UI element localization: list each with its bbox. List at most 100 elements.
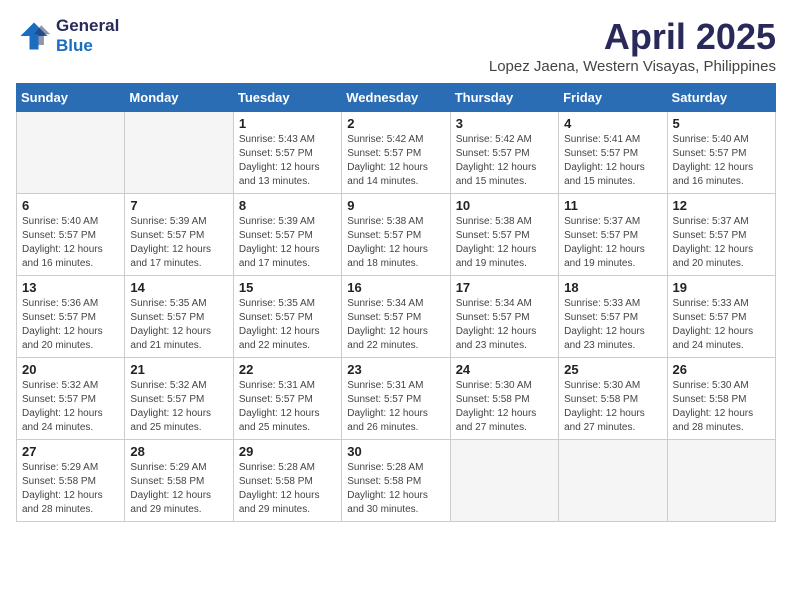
- day-detail: Sunrise: 5:28 AMSunset: 5:58 PMDaylight:…: [347, 461, 444, 517]
- day-number: 12: [673, 198, 770, 213]
- calendar-cell: [559, 440, 667, 522]
- day-number: 30: [347, 444, 444, 459]
- day-detail: Sunrise: 5:37 AMSunset: 5:57 PMDaylight:…: [564, 215, 661, 271]
- day-number: 27: [22, 444, 119, 459]
- calendar-cell: 8 Sunrise: 5:39 AMSunset: 5:57 PMDaylight…: [233, 194, 341, 276]
- calendar-cell: 6 Sunrise: 5:40 AMSunset: 5:57 PMDaylight…: [17, 194, 125, 276]
- weekday-header: Wednesday: [342, 84, 450, 112]
- calendar-cell: 2 Sunrise: 5:42 AMSunset: 5:57 PMDaylight…: [342, 112, 450, 194]
- day-number: 14: [130, 280, 227, 295]
- calendar-cell: 5 Sunrise: 5:40 AMSunset: 5:57 PMDaylight…: [667, 112, 775, 194]
- day-number: 18: [564, 280, 661, 295]
- calendar-cell: 10 Sunrise: 5:38 AMSunset: 5:57 PMDayligh…: [450, 194, 558, 276]
- logo: General Blue: [16, 16, 119, 56]
- calendar-cell: [667, 440, 775, 522]
- weekday-row: SundayMondayTuesdayWednesdayThursdayFrid…: [17, 84, 776, 112]
- day-detail: Sunrise: 5:40 AMSunset: 5:57 PMDaylight:…: [673, 133, 770, 189]
- calendar-cell: 19Sunrise: 5:33 AMSunset: 5:57 PMDayligh…: [667, 276, 775, 358]
- day-number: 24: [456, 362, 553, 377]
- day-detail: Sunrise: 5:42 AMSunset: 5:57 PMDaylight:…: [347, 133, 444, 189]
- calendar-cell: 1 Sunrise: 5:43 AMSunset: 5:57 PMDaylight…: [233, 112, 341, 194]
- calendar-cell: 7 Sunrise: 5:39 AMSunset: 5:57 PMDaylight…: [125, 194, 233, 276]
- day-number: 16: [347, 280, 444, 295]
- day-detail: Sunrise: 5:30 AMSunset: 5:58 PMDaylight:…: [564, 379, 661, 435]
- day-number: 25: [564, 362, 661, 377]
- calendar-cell: [17, 112, 125, 194]
- calendar-cell: 23Sunrise: 5:31 AMSunset: 5:57 PMDayligh…: [342, 358, 450, 440]
- day-detail: Sunrise: 5:39 AMSunset: 5:57 PMDaylight:…: [130, 215, 227, 271]
- day-detail: Sunrise: 5:43 AMSunset: 5:57 PMDaylight:…: [239, 133, 336, 189]
- day-detail: Sunrise: 5:37 AMSunset: 5:57 PMDaylight:…: [673, 215, 770, 271]
- calendar-cell: 22 Sunrise: 5:31 AMSunset: 5:57 PMDayligh…: [233, 358, 341, 440]
- calendar-cell: 28Sunrise: 5:29 AMSunset: 5:58 PMDayligh…: [125, 440, 233, 522]
- day-number: 2: [347, 116, 444, 131]
- day-number: 8: [239, 198, 336, 213]
- day-number: 22: [239, 362, 336, 377]
- calendar-cell: 3 Sunrise: 5:42 AMSunset: 5:57 PMDaylight…: [450, 112, 558, 194]
- page-header: General Blue April 2025 Lopez Jaena, Wes…: [16, 16, 776, 75]
- day-detail: Sunrise: 5:42 AMSunset: 5:57 PMDaylight:…: [456, 133, 553, 189]
- calendar-cell: 15 Sunrise: 5:35 AMSunset: 5:57 PMDayligh…: [233, 276, 341, 358]
- calendar-week-row: 1 Sunrise: 5:43 AMSunset: 5:57 PMDaylight…: [17, 112, 776, 194]
- weekday-header: Saturday: [667, 84, 775, 112]
- day-number: 1: [239, 116, 336, 131]
- day-number: 13: [22, 280, 119, 295]
- calendar-subtitle: Lopez Jaena, Western Visayas, Philippine…: [489, 58, 776, 75]
- calendar-header: SundayMondayTuesdayWednesdayThursdayFrid…: [17, 84, 776, 112]
- day-number: 6: [22, 198, 119, 213]
- day-detail: Sunrise: 5:38 AMSunset: 5:57 PMDaylight:…: [456, 215, 553, 271]
- day-number: 28: [130, 444, 227, 459]
- day-detail: Sunrise: 5:32 AMSunset: 5:57 PMDaylight:…: [130, 379, 227, 435]
- calendar-cell: 14Sunrise: 5:35 AMSunset: 5:57 PMDayligh…: [125, 276, 233, 358]
- weekday-header: Tuesday: [233, 84, 341, 112]
- day-detail: Sunrise: 5:36 AMSunset: 5:57 PMDaylight:…: [22, 297, 119, 353]
- day-detail: Sunrise: 5:31 AMSunset: 5:57 PMDaylight:…: [239, 379, 336, 435]
- calendar-week-row: 20 Sunrise: 5:32 AMSunset: 5:57 PMDayligh…: [17, 358, 776, 440]
- day-detail: Sunrise: 5:30 AMSunset: 5:58 PMDaylight:…: [456, 379, 553, 435]
- calendar-cell: 20 Sunrise: 5:32 AMSunset: 5:57 PMDayligh…: [17, 358, 125, 440]
- calendar-week-row: 6 Sunrise: 5:40 AMSunset: 5:57 PMDaylight…: [17, 194, 776, 276]
- calendar-cell: 29 Sunrise: 5:28 AMSunset: 5:58 PMDayligh…: [233, 440, 341, 522]
- day-number: 4: [564, 116, 661, 131]
- calendar-cell: 9Sunrise: 5:38 AMSunset: 5:57 PMDaylight…: [342, 194, 450, 276]
- day-detail: Sunrise: 5:35 AMSunset: 5:57 PMDaylight:…: [239, 297, 336, 353]
- day-detail: Sunrise: 5:28 AMSunset: 5:58 PMDaylight:…: [239, 461, 336, 517]
- calendar-cell: 21Sunrise: 5:32 AMSunset: 5:57 PMDayligh…: [125, 358, 233, 440]
- day-detail: Sunrise: 5:40 AMSunset: 5:57 PMDaylight:…: [22, 215, 119, 271]
- calendar-title: April 2025: [489, 16, 776, 58]
- day-number: 5: [673, 116, 770, 131]
- day-detail: Sunrise: 5:39 AMSunset: 5:57 PMDaylight:…: [239, 215, 336, 271]
- title-section: April 2025 Lopez Jaena, Western Visayas,…: [489, 16, 776, 75]
- day-detail: Sunrise: 5:29 AMSunset: 5:58 PMDaylight:…: [22, 461, 119, 517]
- day-detail: Sunrise: 5:34 AMSunset: 5:57 PMDaylight:…: [456, 297, 553, 353]
- calendar-cell: 11Sunrise: 5:37 AMSunset: 5:57 PMDayligh…: [559, 194, 667, 276]
- calendar-cell: 18Sunrise: 5:33 AMSunset: 5:57 PMDayligh…: [559, 276, 667, 358]
- weekday-header: Monday: [125, 84, 233, 112]
- logo-text: General Blue: [56, 16, 119, 56]
- calendar-body: 1 Sunrise: 5:43 AMSunset: 5:57 PMDaylight…: [17, 112, 776, 522]
- day-number: 20: [22, 362, 119, 377]
- day-number: 3: [456, 116, 553, 131]
- day-detail: Sunrise: 5:34 AMSunset: 5:57 PMDaylight:…: [347, 297, 444, 353]
- calendar-week-row: 27 Sunrise: 5:29 AMSunset: 5:58 PMDayligh…: [17, 440, 776, 522]
- calendar-cell: 26Sunrise: 5:30 AMSunset: 5:58 PMDayligh…: [667, 358, 775, 440]
- day-number: 19: [673, 280, 770, 295]
- calendar-cell: 27 Sunrise: 5:29 AMSunset: 5:58 PMDayligh…: [17, 440, 125, 522]
- calendar-cell: 25 Sunrise: 5:30 AMSunset: 5:58 PMDayligh…: [559, 358, 667, 440]
- day-number: 15: [239, 280, 336, 295]
- calendar-cell: 24 Sunrise: 5:30 AMSunset: 5:58 PMDayligh…: [450, 358, 558, 440]
- calendar-cell: [125, 112, 233, 194]
- calendar-cell: 16 Sunrise: 5:34 AMSunset: 5:57 PMDayligh…: [342, 276, 450, 358]
- day-number: 9: [347, 198, 444, 213]
- day-number: 26: [673, 362, 770, 377]
- day-detail: Sunrise: 5:31 AMSunset: 5:57 PMDaylight:…: [347, 379, 444, 435]
- day-number: 10: [456, 198, 553, 213]
- weekday-header: Thursday: [450, 84, 558, 112]
- day-number: 7: [130, 198, 227, 213]
- day-detail: Sunrise: 5:32 AMSunset: 5:57 PMDaylight:…: [22, 379, 119, 435]
- weekday-header: Friday: [559, 84, 667, 112]
- day-detail: Sunrise: 5:41 AMSunset: 5:57 PMDaylight:…: [564, 133, 661, 189]
- calendar-cell: 4 Sunrise: 5:41 AMSunset: 5:57 PMDaylight…: [559, 112, 667, 194]
- day-number: 17: [456, 280, 553, 295]
- day-number: 29: [239, 444, 336, 459]
